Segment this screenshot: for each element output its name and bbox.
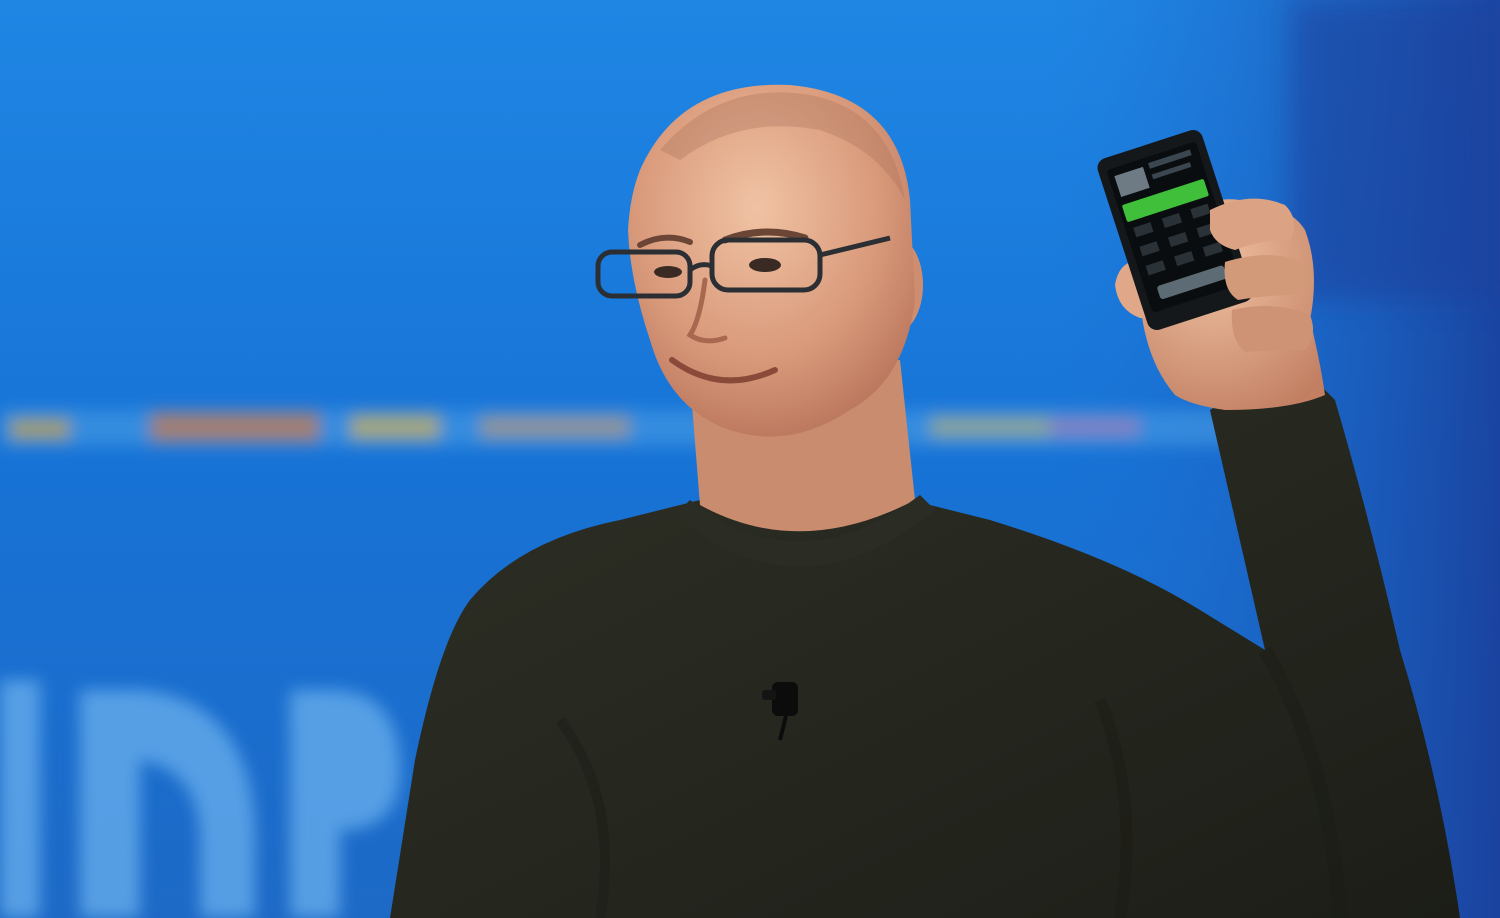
photo-illustration [0,0,1500,918]
photo-scene [0,0,1500,918]
blurred-light-strip [0,410,1300,446]
eye [749,258,781,272]
fingers [1224,255,1307,300]
eye [654,266,682,278]
fingers [1231,306,1314,352]
backdrop-dark-top [1290,0,1500,300]
